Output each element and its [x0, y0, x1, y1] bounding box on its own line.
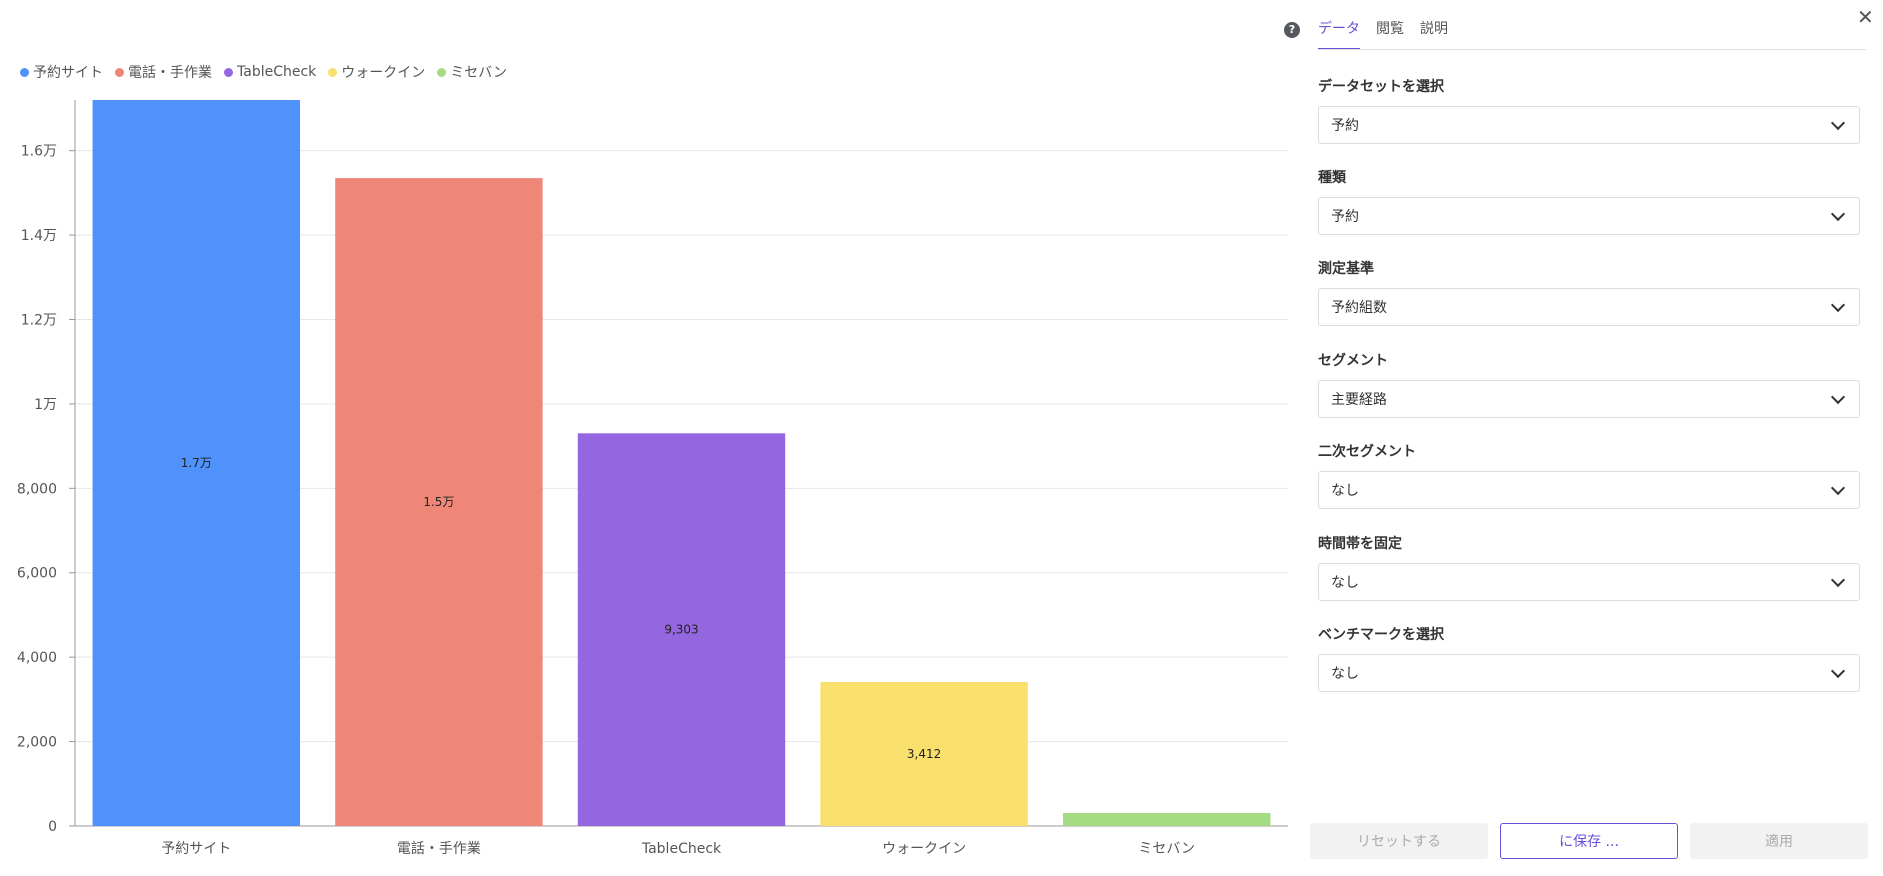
select-value: なし	[1331, 575, 1359, 591]
bar-value-label: 3,412	[907, 747, 941, 761]
x-tick-label: 予約サイト	[161, 841, 231, 857]
secondary-segment-select[interactable]: なし	[1318, 471, 1860, 509]
reset-button[interactable]: リセットする	[1310, 823, 1488, 859]
bar-value-label: 1.7万	[181, 456, 212, 470]
x-tick-label: 電話・手作業	[397, 840, 481, 857]
chevron-down-icon	[1830, 297, 1846, 312]
field-benchmark: ベンチマークを選択 なし	[1318, 624, 1860, 692]
chevron-down-icon	[1830, 206, 1846, 221]
field-label: 種類	[1318, 170, 1346, 186]
tab-view[interactable]: 閲覧	[1376, 18, 1404, 50]
select-value: 予約	[1331, 209, 1359, 225]
field-label: 二次セグメント	[1318, 444, 1416, 460]
y-tick-label: 1.2万	[21, 312, 57, 328]
y-tick-label: 0	[48, 819, 57, 835]
metric-select[interactable]: 予約組数	[1318, 288, 1860, 326]
panel-tabs: データ 閲覧 説明	[1318, 18, 1448, 50]
field-label: セグメント	[1318, 353, 1388, 369]
apply-button[interactable]: 適用	[1690, 823, 1868, 859]
chart-area: 予約サイト 電話・手作業 TableCheck ウォークイン ミセバン 0 2,0…	[0, 0, 1300, 876]
chevron-down-icon	[1830, 389, 1846, 404]
field-time-range: 時間帯を固定 なし	[1318, 533, 1860, 601]
field-secondary-segment: 二次セグメント なし	[1318, 441, 1860, 509]
field-metric: 測定基準 予約組数	[1318, 258, 1860, 326]
tab-divider	[1318, 49, 1866, 50]
y-tick-label: 4,000	[17, 650, 57, 666]
dataset-select[interactable]: 予約	[1318, 106, 1860, 144]
question-circle-icon[interactable]: ?	[1284, 22, 1300, 38]
time-range-select[interactable]: なし	[1318, 563, 1860, 601]
chevron-down-icon	[1830, 663, 1846, 678]
bar-value-label: 1.5万	[423, 495, 454, 509]
y-tick-label: 1万	[34, 397, 57, 413]
field-segment: セグメント 主要経路	[1318, 350, 1860, 418]
segment-select[interactable]: 主要経路	[1318, 380, 1860, 418]
x-tick-label: ミセバン	[1138, 841, 1195, 857]
field-label: 測定基準	[1318, 261, 1374, 277]
field-type: 種類 予約	[1318, 167, 1860, 235]
select-value: 主要経路	[1331, 392, 1387, 408]
y-tick-label: 8,000	[17, 481, 57, 497]
select-value: なし	[1331, 483, 1359, 499]
select-value: 予約	[1331, 118, 1359, 134]
select-value: なし	[1331, 666, 1359, 682]
y-tick-label: 6,000	[17, 566, 57, 582]
close-icon[interactable]: ✕	[1857, 5, 1874, 29]
chevron-down-icon	[1830, 115, 1846, 130]
save-as-button[interactable]: に保存 ...	[1500, 823, 1678, 859]
field-label: ベンチマークを選択	[1318, 627, 1444, 643]
tab-description[interactable]: 説明	[1420, 18, 1448, 50]
field-dataset: データセットを選択 予約	[1318, 76, 1860, 144]
chevron-down-icon	[1830, 480, 1846, 495]
type-select[interactable]: 予約	[1318, 197, 1860, 235]
field-label: 時間帯を固定	[1318, 536, 1402, 552]
x-tick-label: ウォークイン	[882, 841, 966, 857]
tab-data[interactable]: データ	[1318, 18, 1360, 50]
bar-value-label: 9,303	[664, 623, 698, 637]
field-label: データセットを選択	[1318, 79, 1444, 95]
y-tick-label: 1.6万	[21, 144, 57, 160]
select-value: 予約組数	[1331, 300, 1387, 316]
chevron-down-icon	[1830, 572, 1846, 587]
y-tick-label: 2,000	[17, 735, 57, 751]
bar	[1062, 812, 1271, 826]
y-tick-label: 1.4万	[21, 228, 57, 244]
benchmark-select[interactable]: なし	[1318, 654, 1860, 692]
x-tick-label: TableCheck	[641, 841, 722, 857]
bar-chart: 0 2,000 4,000 6,000 8,000 1万 1.2万 1.4万 1.6万 1.7万予…	[17, 100, 1288, 857]
